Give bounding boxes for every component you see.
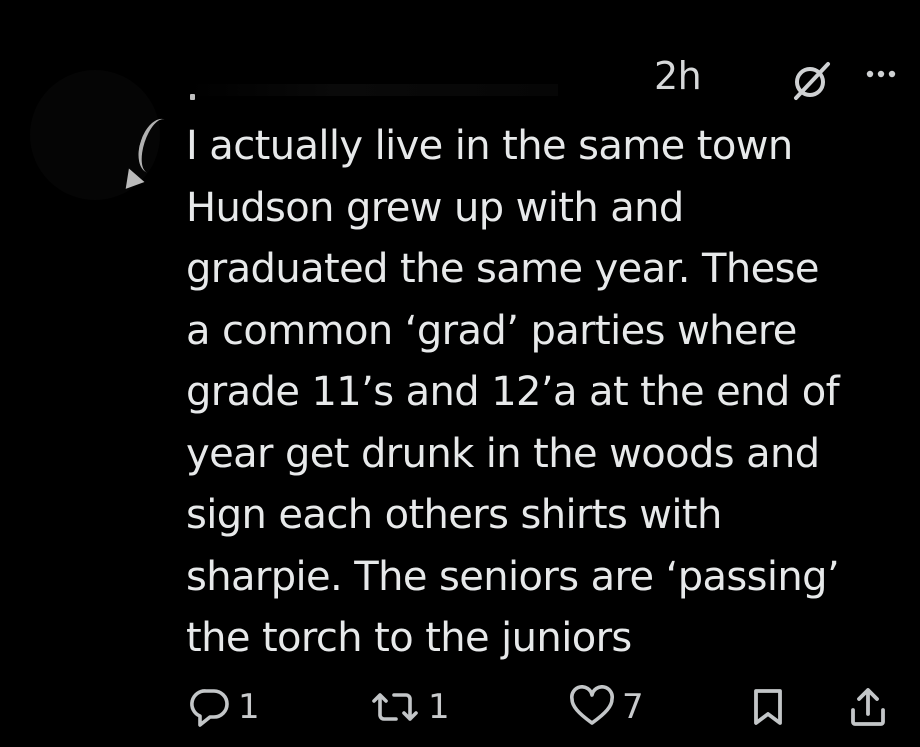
share-button[interactable] [848,682,888,732]
more-icon[interactable] [862,62,902,86]
tweet-card[interactable]: 2h I actually live in the same town Huds… [0,0,920,747]
grok-icon[interactable] [790,60,832,102]
repost-icon [370,685,422,729]
bookmark-button[interactable] [748,682,788,732]
tweet-actions: 1 1 7 [184,682,904,732]
heart-icon [568,685,616,729]
reply-button[interactable]: 1 [186,682,260,732]
repost-count: 1 [428,687,450,727]
share-icon [848,684,888,730]
reply-count: 1 [238,687,260,727]
like-button[interactable]: 7 [568,682,644,732]
reply-icon [186,685,232,729]
author-name-redacted[interactable] [188,84,558,96]
author-name-fragment [190,94,195,100]
bookmark-icon [748,685,788,729]
tweet-text: I actually live in the same town Hudson … [186,123,840,661]
repost-button[interactable]: 1 [370,682,450,732]
like-count: 7 [622,687,644,727]
tweet-timestamp[interactable]: 2h [654,52,702,100]
